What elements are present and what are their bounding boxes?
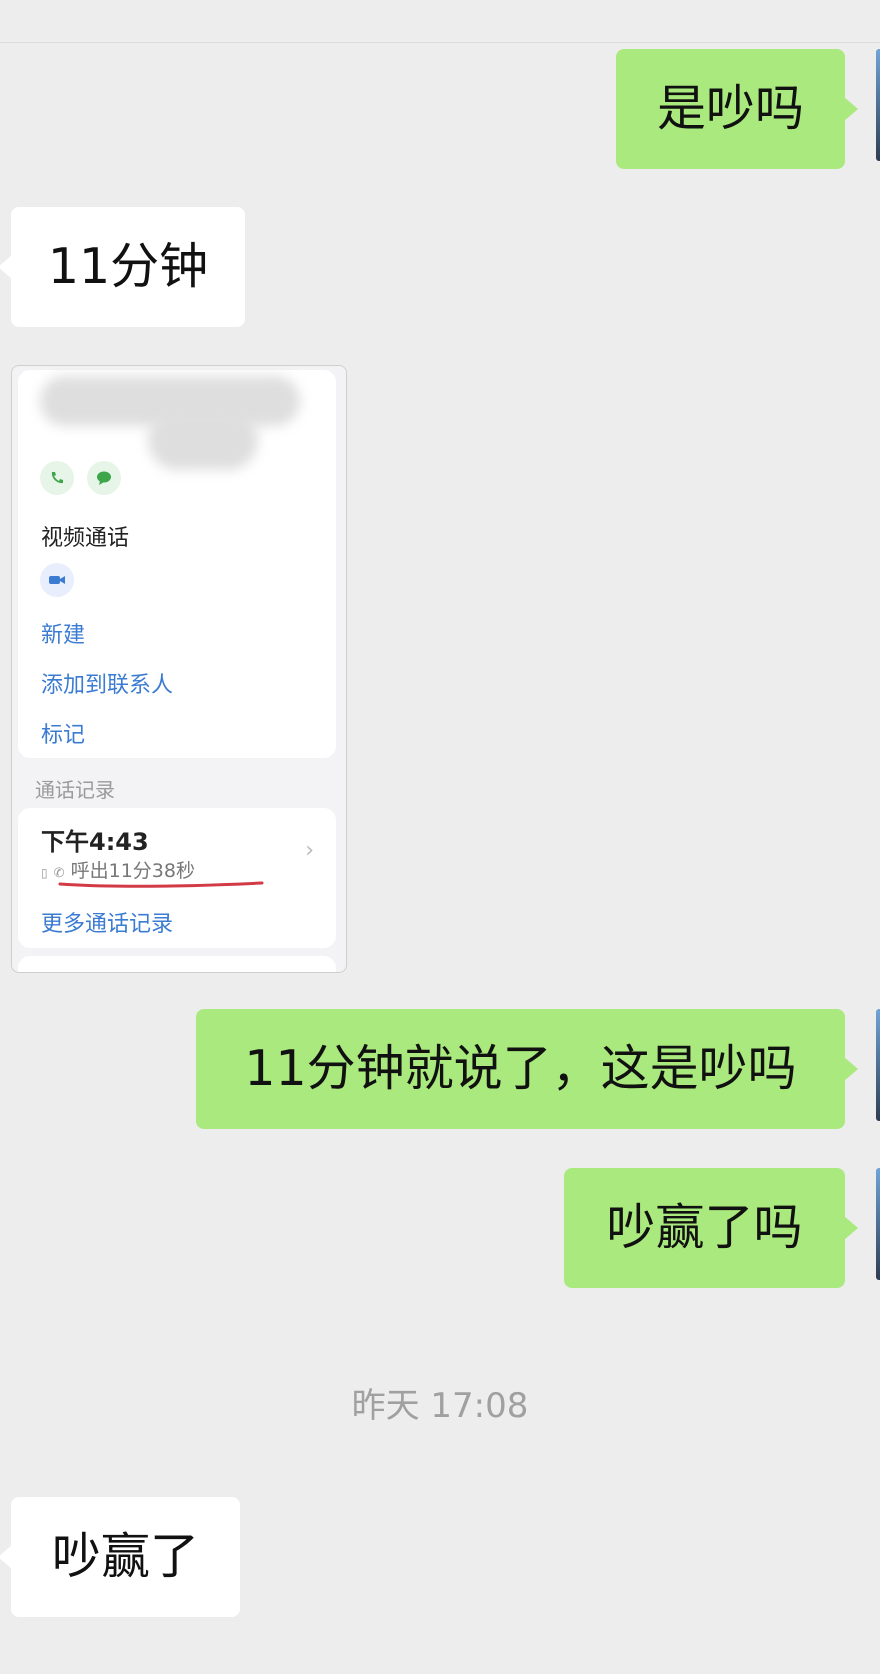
message-timestamp: 昨天 17:08 [351,1386,529,1426]
call-detail-text: 呼出11分38秒 [70,860,195,882]
sim-icon: ▯ [41,866,48,880]
message-bubble-outgoing[interactable]: 是吵吗 [616,49,858,169]
message-bubble-outgoing[interactable]: 11分钟就说了，这是吵吗 [196,1009,858,1129]
cut-off-row [18,956,336,972]
message-bubble-incoming[interactable]: 吵赢了 [0,1497,240,1617]
call-log-section-title: 通话记录 [35,778,115,802]
call-detail: ▯ ✆ 呼出11分38秒 [41,856,195,883]
outgoing-call-icon: ✆ [53,866,65,881]
top-divider [0,0,880,43]
action-new[interactable]: 新建 [41,617,85,649]
chevron-right-icon[interactable]: › [305,838,314,863]
video-icon[interactable] [40,563,74,597]
avatar[interactable] [876,1168,880,1280]
phone-icon[interactable] [40,461,74,495]
message-bubble-incoming[interactable]: 11分钟 [0,207,245,327]
more-call-records[interactable]: 更多通话记录 [41,906,173,938]
message-bubble-outgoing[interactable]: 吵赢了吗 [564,1168,858,1288]
redacted-number [148,410,258,470]
action-add-to-contacts[interactable]: 添加到联系人 [41,667,173,699]
video-call-label: 视频通话 [41,526,130,551]
call-log-card: 下午4:43 ▯ ✆ 呼出11分38秒 › 更多通话记录 [18,808,336,948]
call-time: 下午4:43 [41,828,149,856]
red-underline-annotation [58,881,264,888]
message-icon[interactable] [87,461,121,495]
action-mark[interactable]: 标记 [41,717,85,749]
avatar[interactable] [876,1009,880,1121]
contact-card: 视频通话 新建 添加到联系人 标记 [18,370,336,758]
shared-image-message[interactable]: 视频通话 新建 添加到联系人 标记 通话记录 下午4:43 ▯ ✆ 呼出11分3… [11,365,347,973]
avatar[interactable] [876,49,880,161]
